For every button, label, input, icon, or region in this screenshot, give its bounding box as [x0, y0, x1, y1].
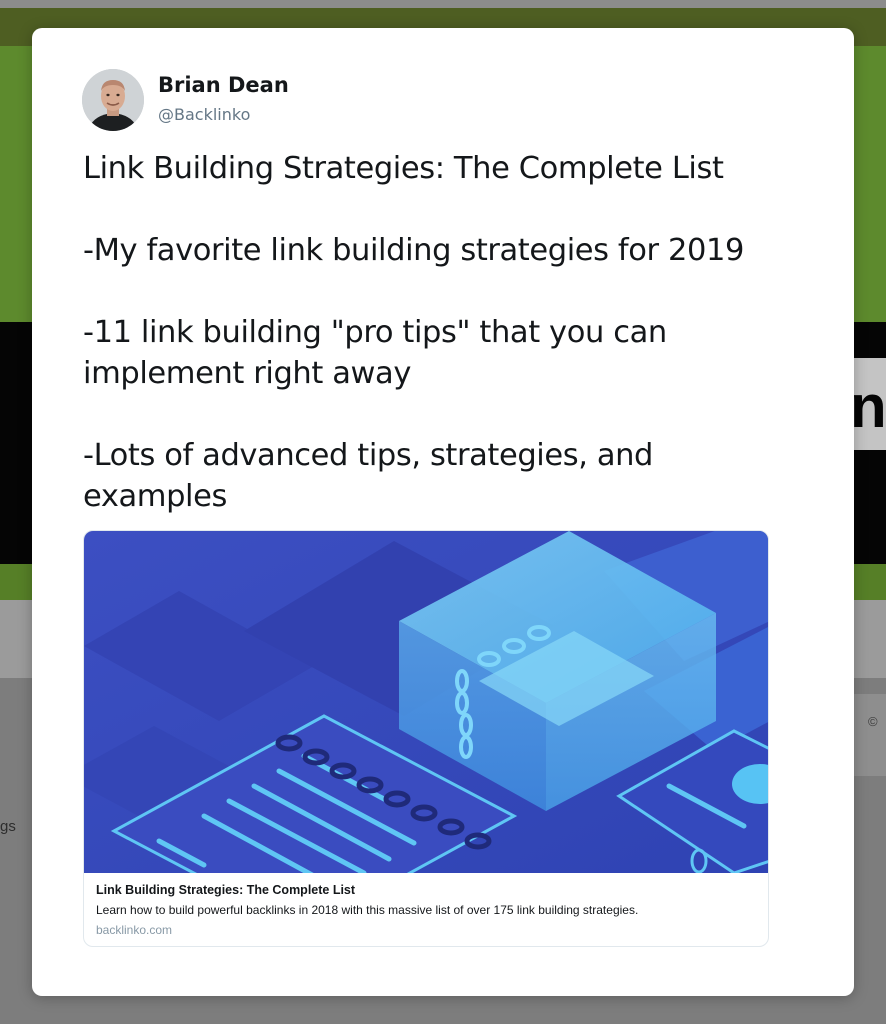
- tweet-text-line: implement right away: [83, 356, 411, 391]
- background-sidebar-text: gs: [0, 818, 16, 835]
- profile-photo-icon: [82, 69, 144, 131]
- tweet-text-line: -Lots of advanced tips, strategies, and: [83, 438, 654, 473]
- tweet-text-line: examples: [83, 479, 227, 514]
- tweet-text: Link Building Strategies: The Complete L…: [83, 148, 818, 517]
- avatar[interactable]: [82, 69, 144, 131]
- background-banner-letter: n: [850, 373, 886, 440]
- tweet-modal: Brian Dean @Backlinko Link Building Stra…: [32, 28, 854, 996]
- background-top-bar: [0, 0, 886, 8]
- link-preview-image[interactable]: [84, 531, 769, 873]
- link-preview-card[interactable]: Link Building Strategies: The Complete L…: [83, 530, 769, 947]
- link-card-description: Learn how to build powerful backlinks in…: [96, 903, 639, 917]
- author-handle[interactable]: @Backlinko: [158, 105, 250, 124]
- tweet-text-line: Link Building Strategies: The Complete L…: [83, 151, 724, 186]
- author-name[interactable]: Brian Dean: [158, 73, 289, 97]
- tweet-text-line: -My favorite link building strategies fo…: [83, 233, 744, 268]
- link-card-title[interactable]: Link Building Strategies: The Complete L…: [96, 883, 355, 897]
- tweet-text-line: -11 link building "pro tips" that you ca…: [83, 315, 667, 350]
- link-card-domain[interactable]: backlinko.com: [96, 923, 172, 937]
- background-copyright: ©: [868, 714, 878, 729]
